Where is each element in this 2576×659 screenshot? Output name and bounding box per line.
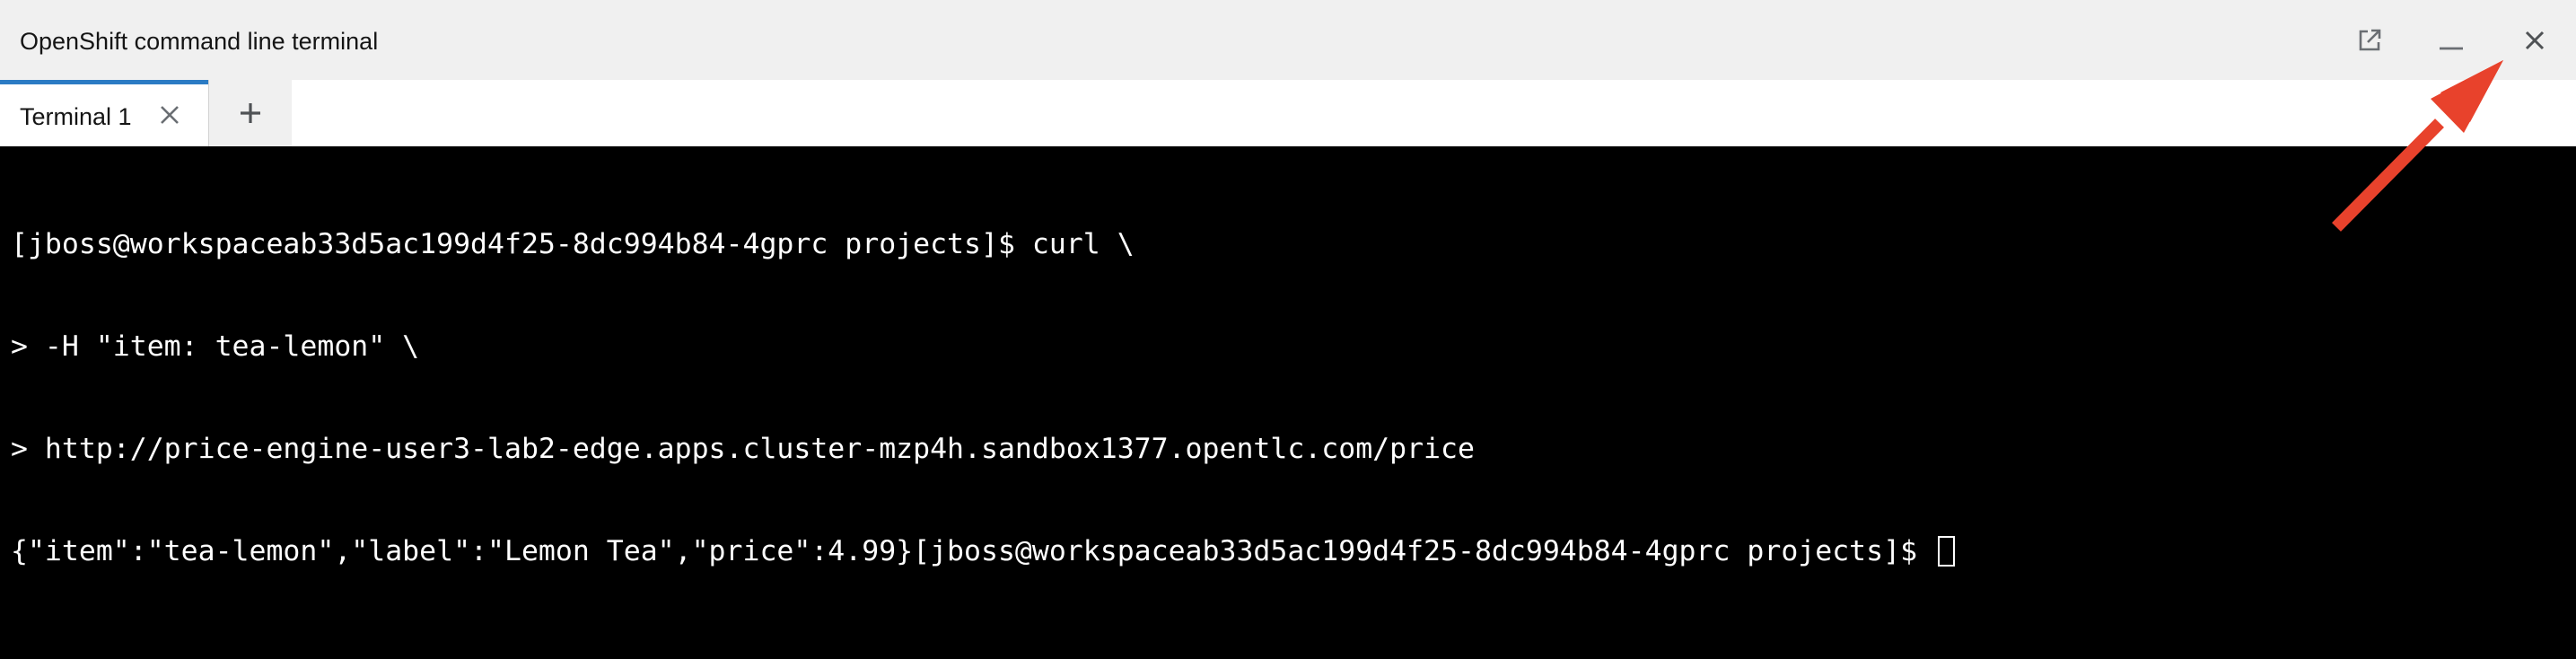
terminal-cursor <box>1938 536 1955 567</box>
tab-label: Terminal 1 <box>20 103 132 130</box>
external-link-icon <box>2359 29 2381 51</box>
terminal-tab-bar: Terminal 1 <box>0 80 2576 146</box>
close-button[interactable] <box>2514 20 2555 61</box>
terminal-line: > -H "item: tea-lemon" \ <box>11 330 420 363</box>
terminal-line: > http://price-engine-user3-lab2-edge.ap… <box>11 433 1475 465</box>
terminal-output[interactable]: [jboss@workspaceab33d5ac199d4f25-8dc994b… <box>0 146 2576 659</box>
window-title: OpenShift command line terminal <box>20 28 379 55</box>
close-tab-button[interactable] <box>154 100 185 130</box>
terminal-prompt-line: {"item":"tea-lemon","label":"Lemon Tea",… <box>11 534 1955 568</box>
minimize-button[interactable] <box>2431 20 2472 61</box>
open-in-new-window-button[interactable] <box>2349 20 2390 61</box>
plus-icon <box>241 103 260 123</box>
terminal-line: [jboss@workspaceab33d5ac199d4f25-8dc994b… <box>11 228 1135 260</box>
tab-terminal-1[interactable]: Terminal 1 <box>0 80 208 146</box>
terminal-window: OpenShift command line terminal Terminal… <box>0 0 2576 659</box>
window-header: OpenShift command line terminal <box>0 0 2576 80</box>
close-icon <box>2525 31 2545 50</box>
add-terminal-tab-button[interactable] <box>209 80 292 146</box>
close-icon <box>161 106 179 124</box>
terminal-line: {"item":"tea-lemon","label":"Lemon Tea",… <box>11 535 1934 567</box>
minimize-icon <box>2440 47 2463 50</box>
